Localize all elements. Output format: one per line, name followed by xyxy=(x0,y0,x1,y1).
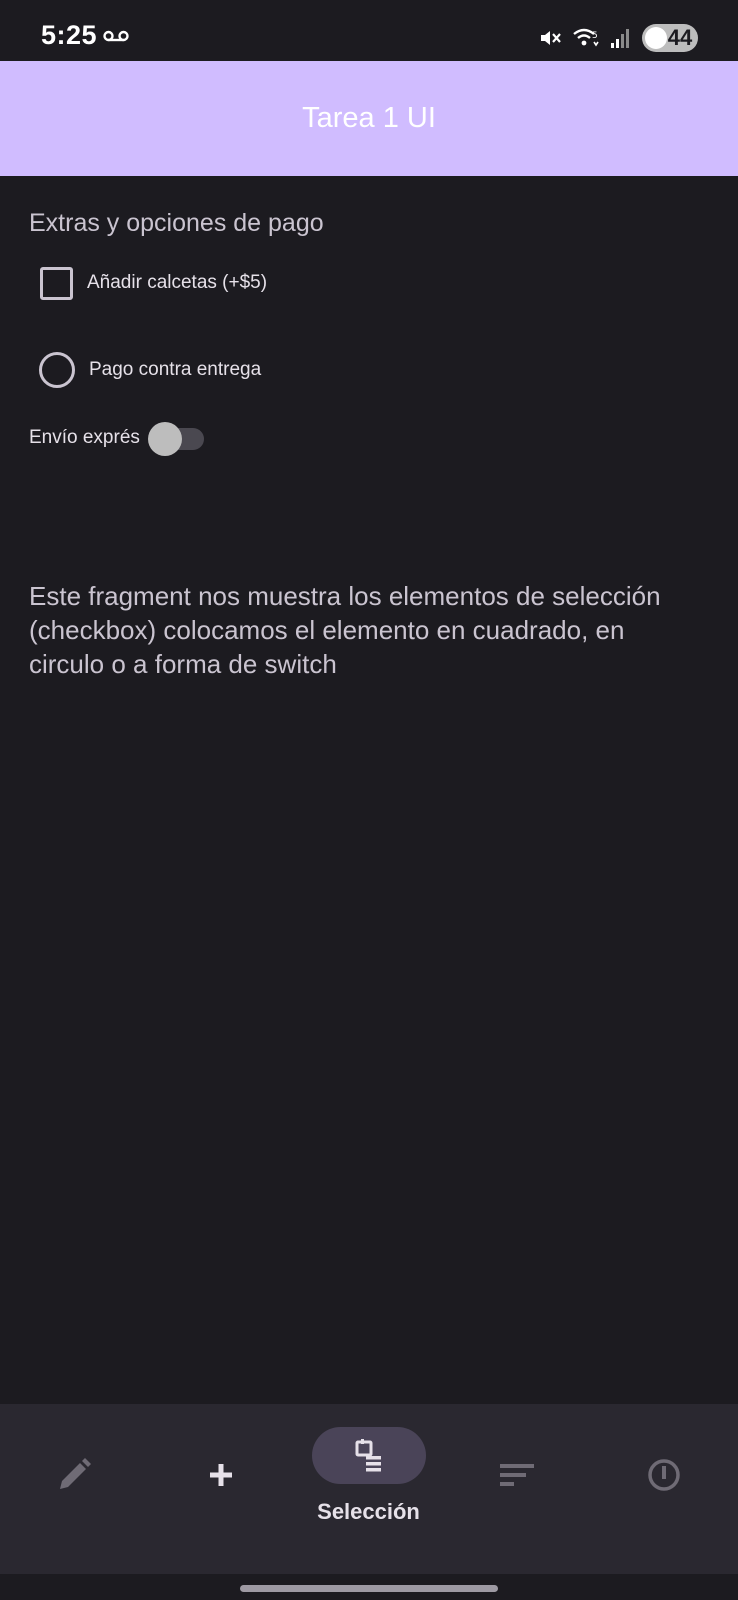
mute-icon xyxy=(541,31,561,45)
socks-checkbox[interactable] xyxy=(40,266,73,300)
status-time: 5:25 xyxy=(41,20,98,50)
battery-icon: 44 xyxy=(642,24,698,52)
selection-icon xyxy=(355,1439,381,1472)
leaf-icon xyxy=(645,27,667,49)
express-shipping-row[interactable]: Envío exprés xyxy=(29,421,206,456)
active-indicator xyxy=(311,1427,426,1484)
nav-item-add[interactable] xyxy=(147,1404,294,1574)
voicemail-icon xyxy=(103,30,129,42)
nav-item-edit[interactable] xyxy=(0,1404,147,1574)
signal-icon xyxy=(611,29,629,48)
status-icons: 5 44 xyxy=(538,24,698,52)
description-text: Este fragment nos muestra los elementos … xyxy=(29,581,661,679)
cash-on-delivery-radio[interactable] xyxy=(39,352,75,388)
status-bar: 5:25 5 44 xyxy=(0,0,738,61)
wifi-icon: 5 xyxy=(573,28,599,47)
battery-level: 44 xyxy=(667,25,693,50)
socks-checkbox-row[interactable]: Añadir calcetas (+$5) xyxy=(40,266,267,300)
bottom-navigation: Selección xyxy=(0,1404,738,1574)
socks-checkbox-label: Añadir calcetas (+$5) xyxy=(87,272,268,293)
power-icon xyxy=(647,1459,680,1491)
home-indicator[interactable] xyxy=(240,1585,498,1592)
plus-icon xyxy=(209,1464,232,1486)
nav-label-seleccion: Selección xyxy=(317,1499,420,1524)
pencil-icon xyxy=(59,1458,91,1489)
express-shipping-label: Envío exprés xyxy=(29,427,140,448)
section-title: Extras y opciones de pago xyxy=(29,209,324,237)
nav-item-seleccion[interactable]: Selección xyxy=(295,1404,442,1574)
top-app-bar: Tarea 1 UI xyxy=(0,61,738,176)
sort-icon xyxy=(499,1464,534,1486)
cash-on-delivery-label: Pago contra entrega xyxy=(89,359,262,380)
express-shipping-switch[interactable] xyxy=(147,422,206,456)
nav-item-power[interactable] xyxy=(590,1404,737,1574)
cash-on-delivery-radio-row[interactable]: Pago contra entrega xyxy=(39,352,261,388)
app-title: Tarea 1 UI xyxy=(302,102,436,134)
nav-item-sort[interactable] xyxy=(442,1404,589,1574)
svg-text:5: 5 xyxy=(592,31,598,41)
switch-thumb[interactable] xyxy=(147,422,182,456)
